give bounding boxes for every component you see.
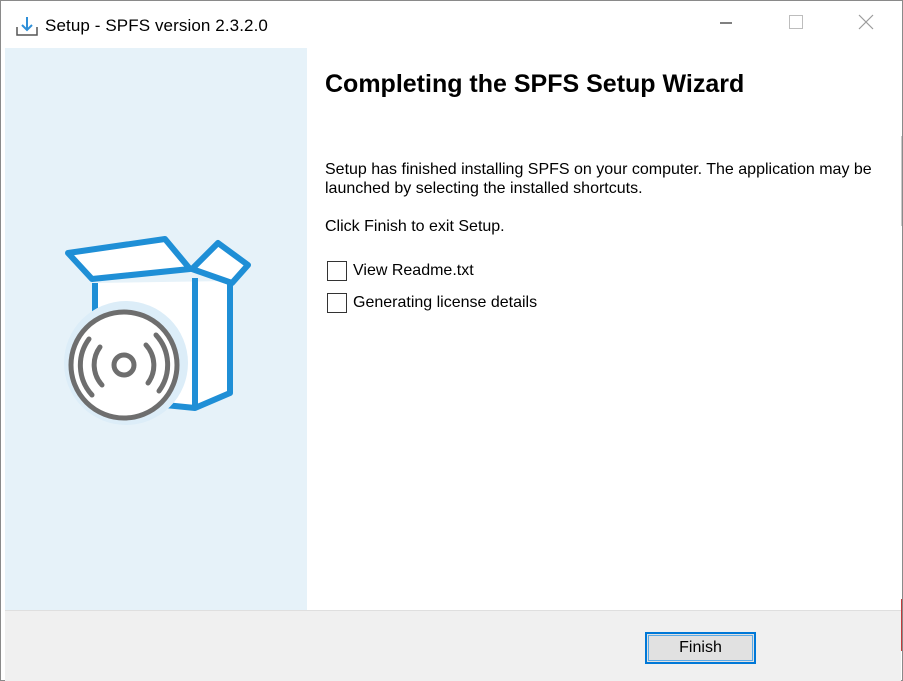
- view-readme-checkbox[interactable]: [327, 261, 347, 281]
- page-title: Completing the SPFS Setup Wizard: [325, 70, 745, 98]
- window-title: Setup - SPFS version 2.3.2.0: [45, 16, 268, 35]
- license-details-option[interactable]: Generating license details: [327, 292, 537, 314]
- wizard-content: Completing the SPFS Setup Wizard Setup h…: [307, 48, 901, 610]
- finish-button[interactable]: Finish: [645, 632, 756, 664]
- close-icon: [858, 14, 874, 35]
- minimize-button[interactable]: [691, 1, 761, 48]
- finish-message: Setup has finished installing SPFS on yo…: [325, 161, 872, 197]
- minimize-icon: [720, 16, 732, 34]
- wizard-footer: Finish: [5, 610, 901, 681]
- exit-instruction: Click Finish to exit Setup.: [325, 218, 505, 235]
- installer-download-icon: [15, 15, 39, 37]
- maximize-icon: [789, 15, 803, 34]
- wizard-side-panel: [5, 48, 307, 610]
- close-button[interactable]: [831, 1, 901, 48]
- license-details-checkbox[interactable]: [327, 293, 347, 313]
- title-bar[interactable]: Setup - SPFS version 2.3.2.0: [1, 1, 902, 48]
- view-readme-label[interactable]: View Readme.txt: [353, 262, 474, 280]
- view-readme-option[interactable]: View Readme.txt: [327, 260, 474, 282]
- license-details-label[interactable]: Generating license details: [353, 294, 537, 312]
- software-box-disc-icon: [60, 233, 255, 428]
- maximize-button[interactable]: [761, 1, 831, 48]
- setup-window: Setup - SPFS version 2.3.2.0 Completing …: [0, 0, 903, 681]
